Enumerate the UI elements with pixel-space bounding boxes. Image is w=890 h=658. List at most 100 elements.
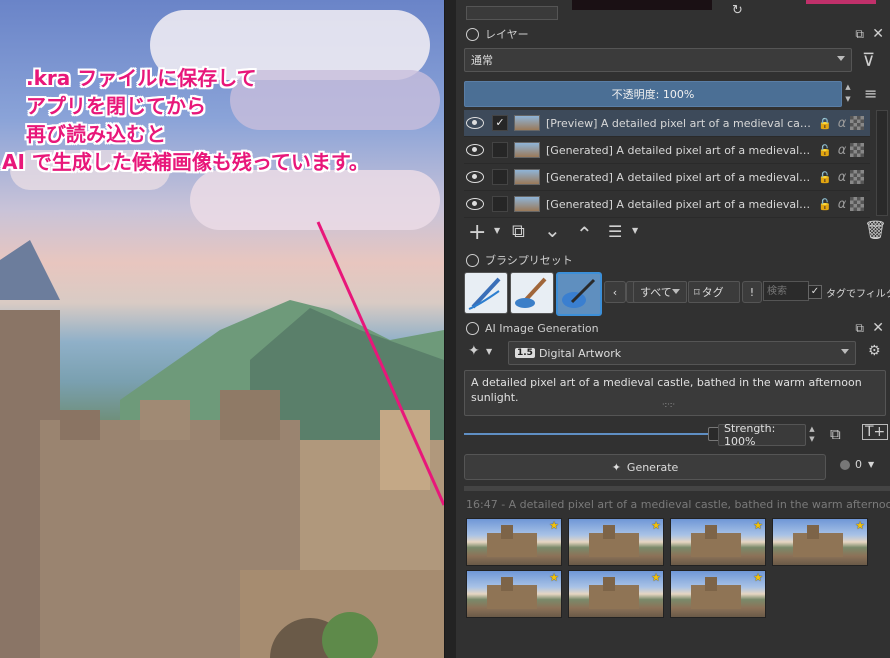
layer-row[interactable]: [Generated] A detailed pixel art of a me… (464, 164, 870, 191)
brush-info-button[interactable]: ! (742, 281, 762, 303)
alpha-icon[interactable]: α (838, 116, 847, 131)
float-icon[interactable]: ⧉ (855, 27, 864, 42)
transparency-icon[interactable] (850, 197, 865, 211)
star-icon[interactable]: ★ (753, 520, 763, 531)
canvas-area[interactable]: .kra ファイルに保存して アプリを閉じてから 再び読み込むと AI で生成し… (0, 0, 444, 658)
generated-thumbnail[interactable]: ★ (568, 518, 664, 566)
transparency-icon[interactable] (850, 143, 865, 157)
style-dropdown[interactable]: 1.5 Digital Artwork (508, 341, 856, 365)
brush-preset-2[interactable] (510, 272, 554, 314)
dock-panel: ↻ レイヤー ⧉ ✕ 通常 ⊽ 不透明度: 100% ▲ ▼ ≡ ✓ [Previ… (456, 0, 890, 658)
generated-thumbnail[interactable]: ★ (466, 518, 562, 566)
star-icon[interactable]: ★ (651, 572, 661, 583)
eye-icon[interactable] (466, 117, 484, 129)
dropdown-arrow-icon[interactable]: ▼ (632, 226, 638, 235)
castle-shape (705, 577, 717, 591)
settings-icon[interactable]: ⚙ (868, 343, 881, 359)
alpha-icon[interactable]: α (838, 197, 847, 212)
generated-thumbnail[interactable]: ★ (670, 570, 766, 618)
castle-shape (501, 525, 513, 539)
lock-icon[interactable] (466, 27, 479, 41)
refresh-icon[interactable]: ↻ (732, 3, 743, 18)
opacity-label: 不透明度: 100% (611, 88, 695, 101)
generated-thumbnail[interactable]: ★ (772, 518, 868, 566)
star-icon[interactable]: ★ (855, 520, 865, 531)
castle-shape (501, 577, 513, 591)
tag-dropdown[interactable]: ⌑ タグ (688, 281, 740, 303)
tag-filter-checkbox[interactable]: ✓ (808, 285, 822, 299)
generate-button[interactable]: ✦ Generate (464, 454, 826, 480)
strength-spinbox[interactable]: Strength: 100% (718, 422, 806, 448)
transparency-icon[interactable] (850, 170, 865, 184)
generated-thumbnail[interactable]: ★ (568, 570, 664, 618)
dropdown-arrow-icon[interactable]: ▼ (494, 226, 500, 235)
layers-plus-icon[interactable]: ⧉ (830, 425, 841, 443)
lock-icon[interactable] (466, 253, 479, 267)
prompt-input[interactable] (464, 370, 886, 416)
layer-thumbnail (514, 169, 540, 185)
move-down-icon[interactable]: ⌄ (544, 218, 561, 242)
menu-icon[interactable]: ≡ (864, 84, 877, 103)
eye-icon[interactable] (466, 144, 484, 156)
star-icon[interactable]: ★ (651, 520, 661, 531)
brush-preset-3[interactable] (556, 272, 602, 316)
layer-row[interactable]: [Generated] A detailed pixel art of a me… (464, 191, 870, 218)
magic-wand-icon[interactable]: ✦ (468, 343, 480, 359)
layer-checkbox[interactable] (492, 196, 508, 212)
chevron-down-icon (841, 349, 849, 354)
layer-checkbox[interactable] (492, 169, 508, 185)
layer-thumbnail (514, 196, 540, 212)
layer-list-scrollbar[interactable] (876, 110, 888, 216)
castle-shape (705, 525, 717, 539)
brush-filter-dropdown[interactable]: すべて (633, 281, 687, 303)
eye-icon[interactable] (466, 198, 484, 210)
alpha-icon[interactable]: α (838, 170, 847, 185)
top-scrollbar[interactable] (466, 6, 558, 20)
layer-row[interactable]: [Generated] A detailed pixel art of a me… (464, 137, 870, 164)
unlock-icon[interactable]: 🔓 (818, 144, 832, 157)
layer-checkbox[interactable] (492, 142, 508, 158)
close-icon[interactable]: ✕ (872, 26, 884, 42)
duplicate-layer-icon[interactable]: ⧉ (512, 221, 525, 242)
strength-stepper[interactable]: ▲ ▼ (806, 424, 818, 444)
star-icon[interactable]: ★ (549, 572, 559, 583)
eye-icon[interactable] (466, 171, 484, 183)
unlock-icon[interactable]: 🔓 (818, 198, 832, 211)
filter-icon[interactable]: ⊽ (862, 50, 875, 71)
trash-icon[interactable]: 🗑 (864, 220, 887, 241)
lock-icon[interactable] (466, 321, 479, 335)
opacity-slider[interactable]: 不透明度: 100% (464, 81, 842, 107)
strength-slider[interactable] (464, 427, 720, 441)
close-icon[interactable]: ✕ (872, 320, 884, 336)
star-icon[interactable]: ★ (549, 520, 559, 531)
generated-thumbnail[interactable]: ★ (466, 570, 562, 618)
queue-indicator[interactable]: 0 ▼ (840, 458, 874, 471)
chevron-down-icon (837, 56, 845, 61)
brush-search-input[interactable] (763, 281, 809, 301)
add-layer-icon[interactable]: + (468, 220, 486, 245)
generated-thumbnail[interactable]: ★ (670, 518, 766, 566)
layers-title: レイヤー (485, 28, 529, 41)
transparency-icon[interactable] (850, 116, 865, 130)
brush-filter-value: すべて (640, 286, 672, 299)
text-add-icon[interactable]: T+ (862, 424, 889, 440)
layer-thumbnail (514, 115, 540, 131)
strength-label: Strength: 100% (724, 422, 776, 448)
blend-mode-dropdown[interactable]: 通常 (464, 48, 852, 72)
brush-preset-1[interactable] (464, 272, 508, 314)
move-up-icon[interactable]: ⌃ (576, 222, 593, 246)
dropdown-arrow-icon[interactable]: ▼ (486, 347, 492, 356)
unlock-icon[interactable]: 🔓 (818, 171, 832, 184)
float-icon[interactable]: ⧉ (855, 321, 864, 336)
lock-icon[interactable]: 🔒 (818, 117, 832, 130)
history-scrollbar[interactable] (464, 486, 890, 491)
layer-properties-icon[interactable]: ☰ (608, 222, 622, 241)
layer-row[interactable]: ✓ [Preview] A detailed pixel art of a me… (464, 110, 870, 137)
bookmark-icon: ⌑ (694, 285, 700, 299)
previous-button[interactable]: ‹ (604, 281, 626, 303)
alpha-icon[interactable]: α (838, 143, 847, 158)
layer-checkbox[interactable]: ✓ (492, 115, 508, 131)
prompt-resize-handle[interactable]: ·:·:· (662, 400, 675, 409)
opacity-stepper[interactable]: ▲ ▼ (842, 81, 854, 105)
star-icon[interactable]: ★ (753, 572, 763, 583)
